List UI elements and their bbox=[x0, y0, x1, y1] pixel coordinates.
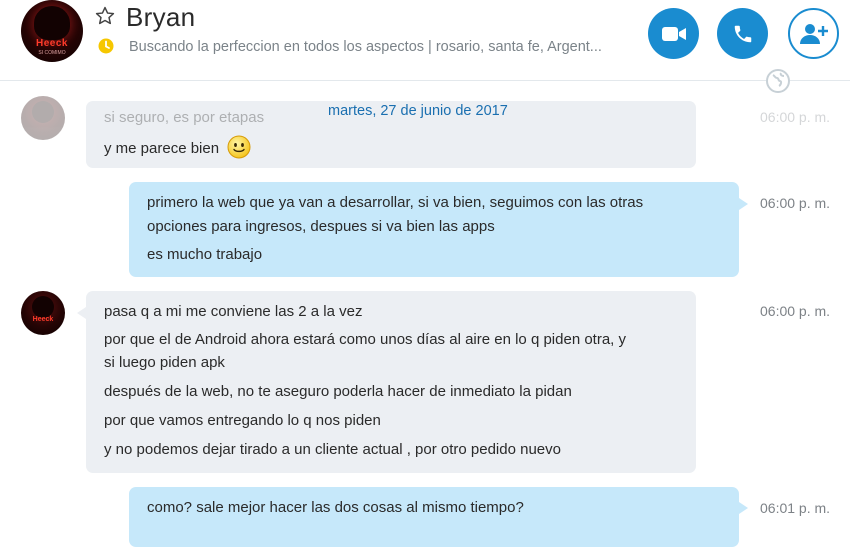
audio-call-button[interactable] bbox=[717, 8, 768, 59]
video-call-button[interactable] bbox=[648, 8, 699, 59]
message-text: como? sale mejor hacer las dos cosas al … bbox=[147, 499, 524, 516]
conversation-header: Heeck SI COMIMO Bryan Buscando la perfec… bbox=[0, 0, 850, 81]
message-text: si seguro, es por etapas bbox=[104, 109, 265, 126]
contact-avatar-small[interactable] bbox=[21, 96, 65, 140]
date-separator: martes, 27 de junio de 2017 bbox=[328, 103, 508, 119]
audio-call-icon bbox=[734, 25, 751, 42]
message-text: por que el de Android ahora estará como … bbox=[104, 331, 627, 348]
message-text: primero la web que ya van a desarrollar,… bbox=[147, 194, 644, 211]
avatar-logo-subtext: SI COMIMO bbox=[38, 50, 66, 56]
video-call-icon bbox=[661, 26, 686, 41]
mood-message: Buscando la perfeccion en todos los aspe… bbox=[129, 39, 602, 55]
message-text: después de la web, no te aseguro poderla… bbox=[104, 383, 572, 400]
contact-avatar-small[interactable]: Heeck bbox=[21, 291, 65, 335]
smiley-icon bbox=[227, 135, 251, 159]
message-text: si luego piden apk bbox=[104, 354, 225, 371]
bubble-tail bbox=[77, 307, 86, 319]
chat-history[interactable]: si seguro, es por etapas y me parece bie… bbox=[0, 81, 850, 560]
add-people-icon bbox=[799, 23, 828, 44]
add-people-button[interactable] bbox=[788, 8, 839, 59]
message-text: por que vamos entregando lo q nos piden bbox=[104, 412, 381, 429]
bubble-tail bbox=[739, 502, 748, 514]
message-text: pasa q a mi me conviene las 2 a la vez bbox=[104, 303, 363, 320]
message-text: es mucho trabajo bbox=[147, 246, 263, 263]
avatar-logo-text: Heeck bbox=[32, 316, 54, 323]
message-bubble-incoming[interactable]: pasa q a mi me conviene las 2 a la vez p… bbox=[86, 291, 696, 473]
message-text: y me parece bien bbox=[104, 135, 251, 161]
contact-avatar[interactable]: Heeck SI COMIMO bbox=[21, 0, 83, 62]
avatar-hood-figure bbox=[32, 296, 54, 318]
avatar-logo-text: Heeck bbox=[36, 38, 68, 49]
avatar-hood-figure bbox=[34, 6, 70, 40]
star-icon[interactable] bbox=[94, 5, 116, 27]
globe-icon[interactable] bbox=[765, 68, 791, 94]
message-text-content: y me parece bien bbox=[104, 139, 220, 157]
message-timestamp: 06:00 p. m. bbox=[760, 303, 831, 319]
message-text: opciones para ingresos, despues si va bi… bbox=[147, 218, 495, 235]
contact-name[interactable]: Bryan bbox=[126, 2, 195, 33]
message-timestamp: 06:00 p. m. bbox=[760, 195, 831, 211]
message-timestamp: 06:00 p. m. bbox=[760, 109, 831, 125]
clock-icon bbox=[98, 38, 114, 54]
bubble-tail bbox=[739, 198, 748, 210]
message-bubble-outgoing[interactable]: como? sale mejor hacer las dos cosas al … bbox=[129, 487, 739, 547]
message-timestamp: 06:01 p. m. bbox=[760, 500, 831, 516]
message-bubble-outgoing[interactable]: primero la web que ya van a desarrollar,… bbox=[129, 182, 739, 277]
message-text: y no podemos dejar tirado a un cliente a… bbox=[104, 441, 561, 458]
avatar-hood-figure bbox=[32, 101, 54, 123]
